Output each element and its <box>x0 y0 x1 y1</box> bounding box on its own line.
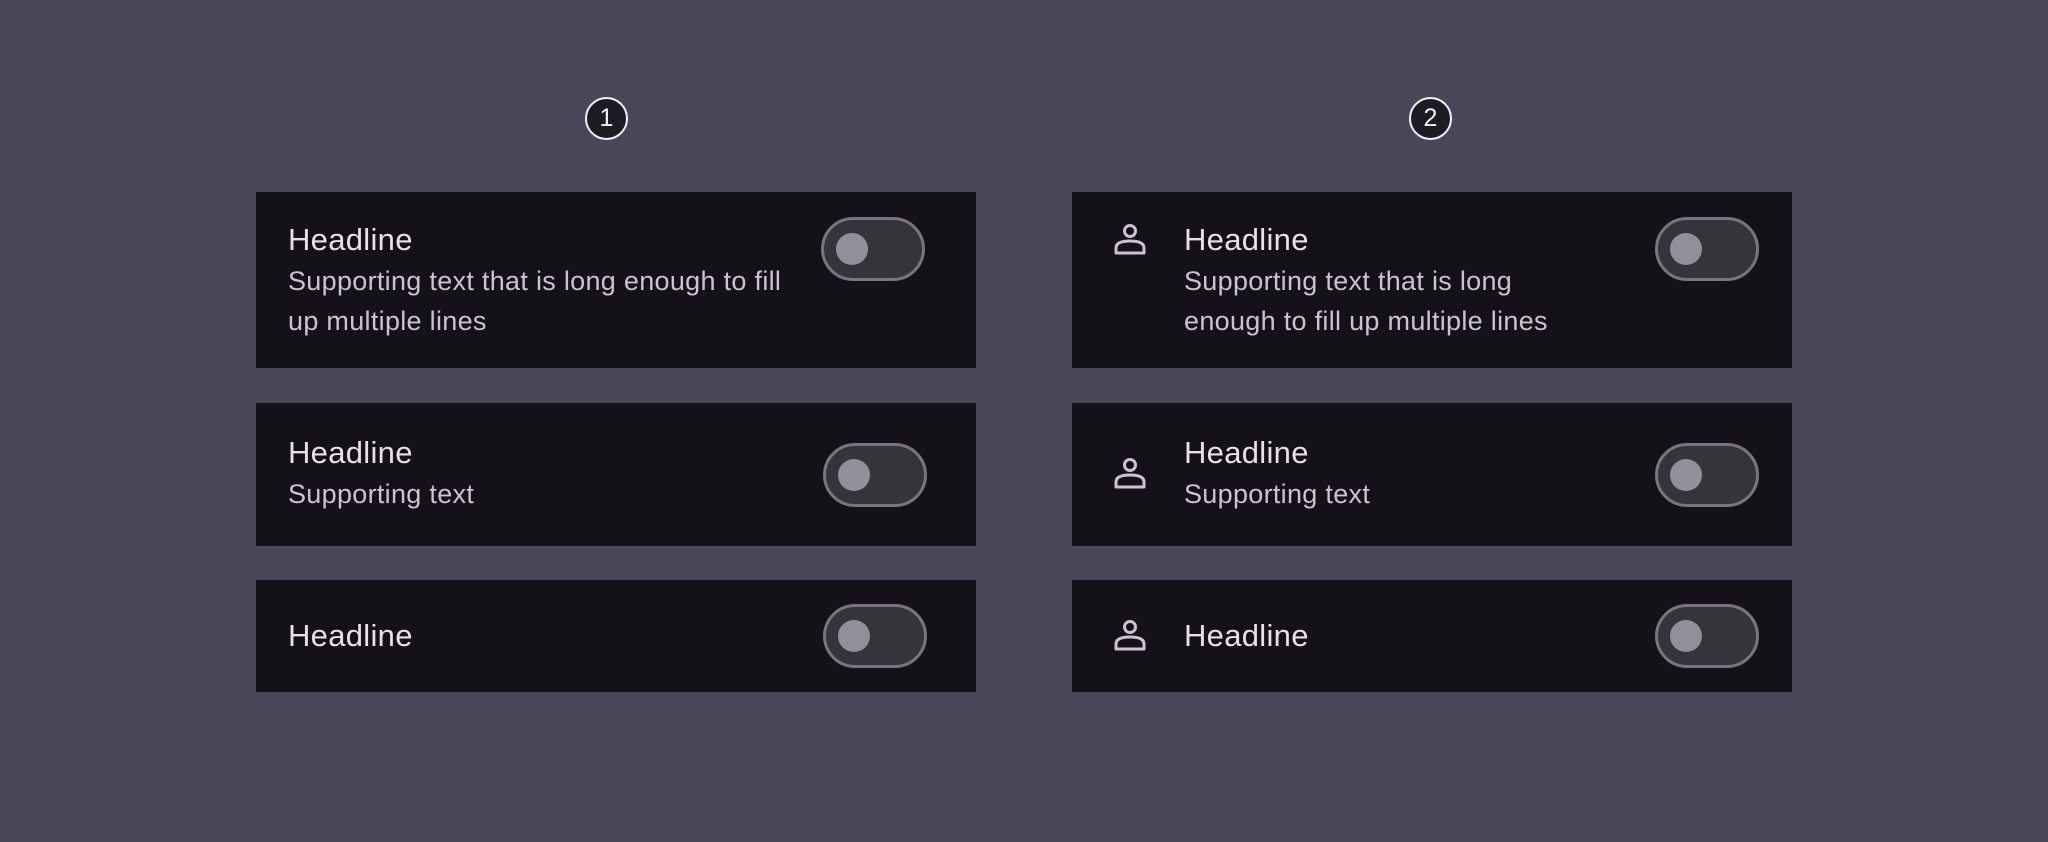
list-item-three-line-with-icon[interactable]: Headline Supporting text that is long en… <box>1072 192 1792 368</box>
list-item-headline: Headline <box>288 435 413 470</box>
switch-thumb <box>1670 620 1702 652</box>
list-item-text: Headline Supporting text that is long en… <box>288 219 808 341</box>
list-item-text: Headline <box>288 580 808 692</box>
switch-thumb <box>1670 459 1702 491</box>
list-item-one-line[interactable]: Headline <box>256 580 976 692</box>
toggle-switch[interactable] <box>1655 443 1759 507</box>
list-item-two-line[interactable]: Headline Supporting text <box>256 403 976 546</box>
list-item-headline: Headline <box>288 222 413 257</box>
list-item-two-line-with-icon[interactable]: Headline Supporting text <box>1072 403 1792 546</box>
list-item-headline: Headline <box>1184 435 1309 470</box>
list-item-text: Headline <box>1184 580 1604 692</box>
toggle-switch[interactable] <box>823 604 927 668</box>
list-item-one-line-with-icon[interactable]: Headline <box>1072 580 1792 692</box>
toggle-switch[interactable] <box>821 217 925 281</box>
list-item-text: Headline Supporting text that is long en… <box>1184 219 1604 341</box>
switch-thumb <box>1670 233 1702 265</box>
toggle-switch[interactable] <box>1655 217 1759 281</box>
marker-2: 2 <box>1409 97 1452 140</box>
list-item-headline: Headline <box>1184 618 1309 653</box>
list-item-supporting-text: Supporting text that is long enough to f… <box>288 266 782 336</box>
list-item-headline: Headline <box>1184 222 1309 257</box>
list-item-supporting-text: Supporting text <box>288 479 475 509</box>
person-icon <box>1114 458 1146 489</box>
switch-thumb <box>838 459 870 491</box>
switch-thumb <box>836 233 868 265</box>
toggle-switch[interactable] <box>1655 604 1759 668</box>
list-item-three-line[interactable]: Headline Supporting text that is long en… <box>256 192 976 368</box>
list-item-text: Headline Supporting text <box>1184 432 1604 514</box>
list-item-supporting-text: Supporting text <box>1184 479 1371 509</box>
list-item-text: Headline Supporting text <box>288 432 808 514</box>
list-item-supporting-text: Supporting text that is long enough to f… <box>1184 266 1548 336</box>
person-icon <box>1114 224 1146 255</box>
marker-1: 1 <box>585 97 628 140</box>
switch-thumb <box>838 620 870 652</box>
person-icon <box>1114 620 1146 651</box>
list-item-headline: Headline <box>288 618 413 653</box>
toggle-switch[interactable] <box>823 443 927 507</box>
